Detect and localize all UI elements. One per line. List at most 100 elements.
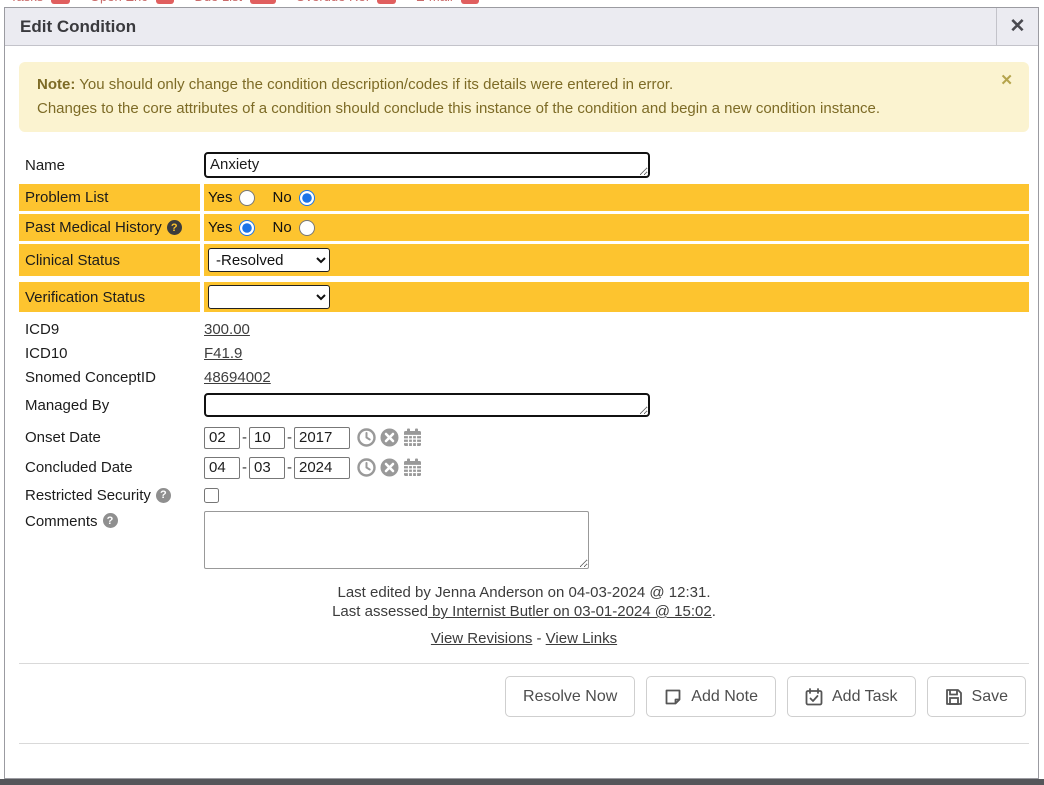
add-task-button[interactable]: Add Task [787, 676, 916, 717]
note-text-1: You should only change the condition des… [75, 76, 673, 93]
calendar-icon[interactable] [403, 428, 422, 447]
note-dismiss-icon[interactable]: ✕ [1000, 73, 1013, 88]
date-separator: - [242, 459, 247, 476]
audit-info: Last edited by Jenna Anderson on 04-03-2… [19, 583, 1029, 649]
nav-count-badge: 2 [461, 0, 480, 4]
field-row-snomed: Snomed ConceptID 48694002 [19, 366, 1029, 389]
nav-item-overdue-ref[interactable]: Overdue Ref 1 [296, 0, 396, 4]
pmh-yes-radio[interactable] [239, 220, 255, 236]
help-icon[interactable]: ? [156, 488, 171, 503]
onset-year-input[interactable] [294, 427, 350, 449]
snomed-label: Snomed ConceptID [19, 369, 200, 386]
comments-label: Comments [25, 513, 98, 530]
background-page-strip: Tasks4 Open Enc1 Due List 10 Overdue Ref 1… [0, 0, 1044, 7]
icd10-code-link[interactable]: F41.9 [204, 345, 242, 362]
problem-list-yes-radio[interactable] [239, 190, 255, 206]
nav-item-open-enc[interactable]: Open Enc1 [90, 0, 175, 4]
note-prefix: Note: [37, 76, 75, 93]
resolve-now-label: Resolve Now [523, 688, 617, 706]
concluded-year-input[interactable] [294, 457, 350, 479]
clock-icon[interactable] [357, 428, 376, 447]
field-row-name: Name Anxiety [19, 150, 1029, 180]
name-input[interactable]: Anxiety [204, 152, 650, 178]
icd9-label: ICD9 [19, 321, 200, 338]
pmh-no-radio[interactable] [299, 220, 315, 236]
onset-day-input[interactable] [249, 427, 285, 449]
nav-label: Tasks [10, 0, 43, 4]
verification-status-select[interactable] [208, 285, 330, 309]
save-icon [945, 688, 963, 706]
icd9-code-link[interactable]: 300.00 [204, 321, 250, 338]
clinical-status-select[interactable]: -Resolved [208, 248, 330, 272]
nav-label: Overdue Ref [296, 0, 370, 4]
note-icon [664, 688, 682, 706]
concluded-day-input[interactable] [249, 457, 285, 479]
field-row-clinical-status: Clinical Status -Resolved [19, 244, 1029, 276]
links-separator: - [532, 630, 545, 647]
comments-input[interactable] [204, 511, 589, 569]
icd10-label: ICD10 [19, 345, 200, 362]
resolve-now-button[interactable]: Resolve Now [505, 676, 635, 717]
managed-by-label: Managed By [19, 397, 200, 414]
pmh-no-label: No [272, 219, 291, 236]
background-nav: Tasks4 Open Enc1 Due List 10 Overdue Ref 1… [0, 0, 1044, 6]
nav-item-due-list[interactable]: Due List 10 [194, 0, 275, 4]
concluded-month-input[interactable] [204, 457, 240, 479]
nav-label: E-mail [416, 0, 453, 4]
screen: Tasks4 Open Enc1 Due List 10 Overdue Ref 1… [0, 0, 1044, 785]
revision-links: View Revisions - View Links [19, 629, 1029, 649]
field-row-verification-status: Verification Status [19, 282, 1029, 312]
problem-list-no-label: No [272, 189, 291, 206]
note-line-2: Changes to the core attributes of a cond… [37, 97, 989, 121]
clock-icon[interactable] [357, 458, 376, 477]
field-row-managed-by: Managed By [19, 391, 1029, 419]
last-edited-text: Last edited by Jenna Anderson on 04-03-2… [19, 583, 1029, 602]
note-line-1: Note: You should only change the conditi… [37, 73, 989, 97]
help-icon[interactable]: ? [103, 513, 118, 528]
nav-item-tasks[interactable]: Tasks4 [10, 0, 70, 4]
problem-list-yes-label: Yes [208, 189, 232, 206]
nav-item-email[interactable]: E-mail 2 [416, 0, 480, 4]
field-row-onset-date: Onset Date - - [19, 424, 1029, 451]
field-row-restricted-security: Restricted Security ? [19, 484, 1029, 506]
view-links-link[interactable]: View Links [546, 630, 617, 647]
date-separator: - [242, 429, 247, 446]
add-note-button[interactable]: Add Note [646, 676, 776, 717]
last-assessed-link[interactable]: by Internist Butler on 03-01-2024 @ 15:0… [428, 603, 712, 620]
last-assessed-text: Last assessed by Internist Butler on 03-… [19, 602, 1029, 621]
nav-count-badge: 1 [377, 0, 396, 4]
calendar-icon[interactable] [403, 458, 422, 477]
last-assessed-prefix: Last assessed [332, 603, 428, 620]
view-revisions-link[interactable]: View Revisions [431, 630, 532, 647]
dialog-close-button[interactable]: ✕ [996, 8, 1038, 45]
managed-by-input[interactable] [204, 393, 650, 417]
field-row-past-medical-history: Past Medical History ? Yes No [19, 214, 1029, 241]
problem-list-no-radio[interactable] [299, 190, 315, 206]
nav-label: Due List [194, 0, 242, 4]
nav-count-badge: 10 [250, 0, 275, 4]
onset-date-label: Onset Date [19, 429, 200, 446]
snomed-code-link[interactable]: 48694002 [204, 369, 271, 386]
save-label: Save [972, 688, 1008, 706]
date-separator: - [287, 429, 292, 446]
edit-condition-dialog: Edit Condition ✕ Note: You should only c… [4, 7, 1039, 779]
nav-count-badge: 1 [156, 0, 175, 4]
pmh-yes-label: Yes [208, 219, 232, 236]
dialog-content: Note: You should only change the conditi… [5, 46, 1038, 744]
concluded-date-label: Concluded Date [19, 459, 200, 476]
field-row-comments: Comments ? [19, 511, 1029, 575]
problem-list-radio-group: Yes No [208, 189, 325, 206]
field-row-concluded-date: Concluded Date - - [19, 454, 1029, 481]
name-label: Name [19, 157, 200, 174]
help-icon[interactable]: ? [167, 220, 182, 235]
clear-date-icon[interactable] [380, 458, 399, 477]
clear-date-icon[interactable] [380, 428, 399, 447]
restricted-security-checkbox[interactable] [204, 488, 219, 503]
warning-note-banner: Note: You should only change the conditi… [19, 62, 1029, 132]
save-button[interactable]: Save [927, 676, 1026, 717]
field-row-icd10: ICD10 F41.9 [19, 342, 1029, 365]
onset-month-input[interactable] [204, 427, 240, 449]
page-bottom-edge [0, 779, 1044, 785]
problem-list-label: Problem List [19, 184, 200, 211]
actions-divider [19, 663, 1029, 664]
